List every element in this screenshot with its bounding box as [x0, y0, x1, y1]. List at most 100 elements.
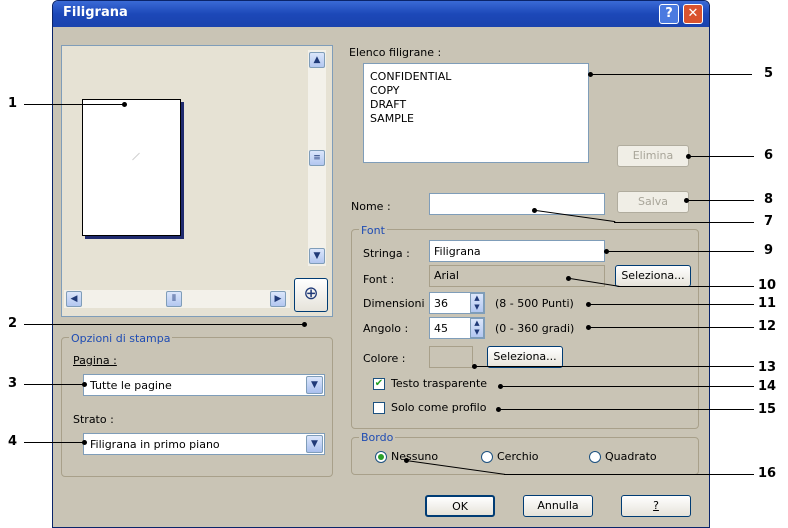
callout-4-dot	[82, 440, 87, 445]
page-preview	[82, 99, 181, 236]
border-circle-radio[interactable]	[481, 451, 493, 463]
vertical-scrollbar[interactable]: ▲ ≡ ▼	[308, 50, 326, 266]
angle-range: (0 - 360 gradi)	[495, 322, 575, 335]
size-spinner[interactable]: ▲ ▼	[470, 293, 484, 313]
scroll-right-button[interactable]: ▶	[270, 291, 286, 307]
callout-15-line	[500, 409, 754, 410]
watermark-dialog: Filigrana ? ✕ ▲ ≡ ▼ ◀ ⦀ ▶ ⊕ Opzioni di s…	[52, 0, 710, 528]
string-input[interactable]: Filigrana	[429, 240, 605, 262]
close-button[interactable]: ✕	[683, 4, 703, 24]
name-label: Nome :	[351, 200, 391, 213]
border-none-radio[interactable]	[375, 451, 387, 463]
horizontal-scroll-thumb[interactable]: ⦀	[166, 291, 182, 307]
list-item[interactable]: COPY	[370, 84, 399, 97]
string-input-value: Filigrana	[434, 245, 481, 258]
callout-1-line	[24, 104, 124, 105]
font-display-value: Arial	[434, 269, 459, 282]
callout-3-dot	[82, 382, 87, 387]
title-bar: Filigrana ? ✕	[53, 1, 709, 27]
cancel-button[interactable]: Annulla	[523, 495, 593, 517]
callout-12: 12	[758, 319, 777, 334]
page-select[interactable]: Tutte le pagine ▼	[83, 374, 325, 396]
border-group-title: Bordo	[359, 431, 396, 444]
callout-1-dot	[122, 102, 127, 107]
scroll-left-button[interactable]: ◀	[66, 291, 82, 307]
name-input[interactable]	[429, 193, 605, 215]
transparent-label: Testo trasparente	[391, 377, 488, 390]
angle-input-value: 45	[434, 322, 448, 335]
help-button[interactable]: ?	[621, 495, 691, 517]
callout-1: 1	[8, 96, 18, 111]
angle-label: Angolo :	[363, 322, 409, 335]
transparent-checkbox[interactable]: ✔	[373, 378, 385, 390]
save-button[interactable]: Salva	[617, 191, 689, 213]
list-item[interactable]: CONFIDENTIAL	[370, 70, 451, 83]
layer-label: Strato :	[73, 413, 114, 426]
help-title-button[interactable]: ?	[659, 4, 679, 24]
string-label: Stringa :	[363, 247, 410, 260]
callout-3: 3	[8, 376, 18, 391]
list-item[interactable]: DRAFT	[370, 98, 406, 111]
scroll-down-button[interactable]: ▼	[309, 248, 325, 264]
callout-7-line-h	[614, 222, 754, 223]
watermark-list[interactable]: CONFIDENTIAL COPY DRAFT SAMPLE	[363, 63, 589, 163]
list-item[interactable]: SAMPLE	[370, 112, 414, 125]
font-select-button[interactable]: Seleziona...	[615, 265, 691, 287]
ok-button[interactable]: OK	[425, 495, 495, 517]
callout-13-line	[476, 366, 754, 367]
callout-10: 10	[758, 278, 777, 293]
border-square-radio[interactable]	[589, 451, 601, 463]
callout-12-line	[590, 327, 754, 328]
watermark-preview-mark	[132, 152, 140, 161]
callout-16-line-h	[504, 474, 754, 475]
callout-9-line	[608, 251, 754, 252]
size-input[interactable]: 36 ▲ ▼	[429, 292, 485, 314]
callout-5: 5	[764, 66, 774, 81]
page-label: Pagina :	[73, 354, 117, 367]
size-label: Dimensioni :	[363, 297, 432, 310]
callout-2-line	[24, 324, 304, 325]
callout-7: 7	[764, 214, 774, 229]
layer-select[interactable]: Filigrana in primo piano ▼	[83, 433, 325, 455]
callout-4: 4	[8, 434, 18, 449]
callout-10-line-h	[618, 286, 754, 287]
watermark-list-label: Elenco filigrane :	[349, 46, 442, 59]
chevron-down-icon[interactable]: ▼	[306, 435, 323, 453]
print-options-title: Opzioni di stampa	[69, 332, 173, 345]
angle-input[interactable]: 45 ▲ ▼	[429, 317, 485, 339]
callout-4-line	[24, 442, 84, 443]
size-input-value: 36	[434, 297, 448, 310]
preview-pane: ▲ ≡ ▼ ◀ ⦀ ▶ ⊕	[61, 45, 333, 317]
font-display: Arial	[429, 265, 605, 287]
callout-11: 11	[758, 296, 777, 311]
callout-5-line	[592, 74, 752, 75]
page-select-value: Tutte le pagine	[90, 379, 172, 392]
angle-spinner[interactable]: ▲ ▼	[470, 318, 484, 338]
center-preview-button[interactable]: ⊕	[294, 278, 328, 312]
color-select-button[interactable]: Seleziona...	[487, 346, 563, 368]
vertical-scroll-thumb[interactable]: ≡	[309, 150, 325, 166]
callout-8-line	[688, 200, 754, 201]
horizontal-scrollbar[interactable]: ◀ ⦀ ▶	[64, 290, 290, 308]
callout-6-line	[690, 156, 754, 157]
border-square-label: Quadrato	[605, 450, 657, 463]
callout-16: 16	[758, 466, 777, 481]
callout-13: 13	[758, 360, 777, 375]
callout-15: 15	[758, 402, 777, 417]
callout-2: 2	[8, 316, 18, 331]
font-label: Font :	[363, 273, 395, 286]
chevron-down-icon[interactable]: ▼	[306, 376, 323, 394]
outline-label: Solo come profilo	[391, 401, 487, 414]
color-swatch	[429, 346, 473, 368]
outline-checkbox[interactable]	[373, 402, 385, 414]
font-group-title: Font	[359, 224, 387, 237]
scroll-up-button[interactable]: ▲	[309, 52, 325, 68]
delete-button[interactable]: Elimina	[617, 145, 689, 167]
callout-11-line	[590, 304, 754, 305]
callout-2-dot	[302, 322, 307, 327]
window-title: Filigrana	[63, 5, 128, 20]
callout-6: 6	[764, 148, 774, 163]
callout-9: 9	[764, 243, 774, 258]
size-range: (8 - 500 Punti)	[495, 297, 574, 310]
callout-14-line	[502, 386, 754, 387]
